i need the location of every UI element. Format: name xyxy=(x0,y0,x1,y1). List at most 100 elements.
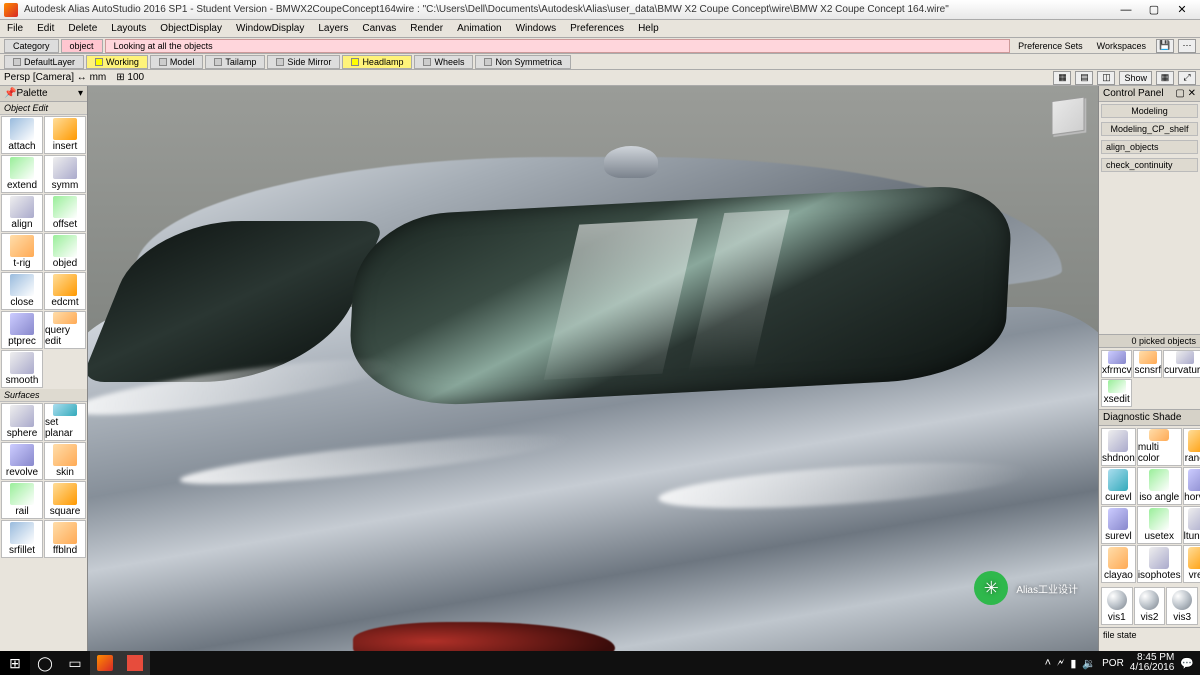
workspaces-label[interactable]: Workspaces xyxy=(1091,41,1152,51)
diag-iso-angle[interactable]: iso angle xyxy=(1137,467,1182,505)
layer-working[interactable]: Working xyxy=(86,55,148,69)
diag-curevl[interactable]: curevl xyxy=(1101,467,1136,505)
layer-tailamp[interactable]: Tailamp xyxy=(205,55,265,69)
diag-clayao[interactable]: clayao xyxy=(1101,545,1136,583)
align-objects-button[interactable]: align_objects xyxy=(1101,140,1198,154)
tool-extend[interactable]: extend xyxy=(1,155,43,193)
close-button[interactable]: ✕ xyxy=(1168,1,1196,19)
diag-usetex[interactable]: usetex xyxy=(1137,506,1182,544)
vis-vis2[interactable]: vis2 xyxy=(1134,587,1166,625)
taskview-icon[interactable]: ▭ xyxy=(60,651,90,675)
view-icon-2[interactable]: ▤ xyxy=(1075,71,1093,85)
picked-tool-curvature[interactable]: curvature xyxy=(1163,350,1200,378)
tray-notifications-icon[interactable]: 💬 xyxy=(1180,657,1194,670)
view-icon-3[interactable]: ◫ xyxy=(1097,71,1115,85)
palette-menu-icon[interactable]: ▾ xyxy=(78,88,83,99)
control-panel-title[interactable]: Control Panel ▢ ✕ xyxy=(1099,86,1200,102)
diag-isophotes[interactable]: isophotes xyxy=(1137,545,1182,583)
tool-sphere[interactable]: sphere xyxy=(1,403,43,441)
control-panel-close-icon[interactable]: ▢ ✕ xyxy=(1175,88,1196,99)
check-continuity-button[interactable]: check_continuity xyxy=(1101,158,1198,172)
tool-edcmt[interactable]: edcmt xyxy=(44,272,86,310)
layer-headlamp[interactable]: Headlamp xyxy=(342,55,412,69)
tray-network-icon[interactable]: ▮ xyxy=(1070,657,1076,670)
tray-language[interactable]: POR xyxy=(1102,658,1124,669)
tool-align[interactable]: align xyxy=(1,194,43,232)
category-button[interactable]: Category xyxy=(4,39,59,53)
layer-model[interactable]: Model xyxy=(150,55,204,69)
diag-ltunnel[interactable]: ltunnel xyxy=(1183,506,1200,544)
menu-render[interactable]: Render xyxy=(403,21,450,36)
view-cube[interactable] xyxy=(1052,97,1085,136)
maximize-button[interactable]: ▢ xyxy=(1140,1,1168,19)
tray-volume-icon[interactable]: 🔉 xyxy=(1082,657,1096,670)
menu-layouts[interactable]: Layouts xyxy=(104,21,153,36)
grid-icon[interactable]: ▦ xyxy=(1156,71,1174,85)
save-icon[interactable]: 💾 xyxy=(1156,39,1174,53)
menu-file[interactable]: File xyxy=(0,21,30,36)
layer-wheels[interactable]: Wheels xyxy=(414,55,473,69)
section-object-edit[interactable]: Object Edit xyxy=(0,102,87,115)
diag-vred[interactable]: vred xyxy=(1183,545,1200,583)
menu-canvas[interactable]: Canvas xyxy=(355,21,403,36)
menu-objectdisplay[interactable]: ObjectDisplay xyxy=(153,21,229,36)
tool-query edit[interactable]: query edit xyxy=(44,311,86,349)
object-button[interactable]: object xyxy=(61,39,103,53)
search-icon[interactable]: ◯ xyxy=(30,651,60,675)
menu-edit[interactable]: Edit xyxy=(30,21,61,36)
viewport-3d[interactable]: Alias工业设计 xyxy=(88,86,1098,651)
diag-horver[interactable]: horver xyxy=(1183,467,1200,505)
layer-defaultlayer[interactable]: DefaultLayer xyxy=(4,55,84,69)
tray-up-icon[interactable]: ˄ xyxy=(1045,657,1051,669)
tool-smooth[interactable]: smooth xyxy=(1,350,43,388)
preference-sets-label[interactable]: Preference Sets xyxy=(1012,41,1089,51)
picked-tool-scnsrf[interactable]: scnsrf xyxy=(1133,350,1162,378)
tool-set planar[interactable]: set planar xyxy=(44,403,86,441)
palette-title[interactable]: 📌 Palette ▾ xyxy=(0,86,87,102)
tool-insert[interactable]: insert xyxy=(44,116,86,154)
taskbar-app-2[interactable] xyxy=(120,651,150,675)
tool-attach[interactable]: attach xyxy=(1,116,43,154)
section-surfaces[interactable]: Surfaces xyxy=(0,389,87,402)
menu-windowdisplay[interactable]: WindowDisplay xyxy=(229,21,311,36)
modeling-shelf-dropdown[interactable]: Modeling_CP_shelf xyxy=(1101,122,1198,136)
modeling-dropdown[interactable]: Modeling xyxy=(1101,104,1198,118)
diag-surevl[interactable]: surevl xyxy=(1101,506,1136,544)
tray-power-icon[interactable]: 🗲 xyxy=(1057,657,1064,670)
menu-windows[interactable]: Windows xyxy=(509,21,564,36)
taskbar-app-alias[interactable] xyxy=(90,651,120,675)
expand-icon[interactable]: ⤢ xyxy=(1178,71,1196,85)
tool-objed[interactable]: objed xyxy=(44,233,86,271)
picked-tool-xsedit[interactable]: xsedit xyxy=(1101,379,1132,407)
tool-skin[interactable]: skin xyxy=(44,442,86,480)
pin-icon[interactable]: 📌 xyxy=(4,88,16,99)
menu-layers[interactable]: Layers xyxy=(311,21,355,36)
tool-close[interactable]: close xyxy=(1,272,43,310)
layer-side-mirror[interactable]: Side Mirror xyxy=(267,55,340,69)
diagnostic-shade-title[interactable]: Diagnostic Shade xyxy=(1099,409,1200,426)
show-button[interactable]: Show xyxy=(1119,71,1152,85)
tool-ffblnd[interactable]: ffblnd xyxy=(44,520,86,558)
options-icon[interactable]: ⋯ xyxy=(1178,39,1196,53)
tool-square[interactable]: square xyxy=(44,481,86,519)
tool-symm[interactable]: symm xyxy=(44,155,86,193)
picked-tool-xfrmcv[interactable]: xfrmcv xyxy=(1101,350,1132,378)
tool-rail[interactable]: rail xyxy=(1,481,43,519)
tool-offset[interactable]: offset xyxy=(44,194,86,232)
menu-preferences[interactable]: Preferences xyxy=(563,21,631,36)
tool-t-rig[interactable]: t-rig xyxy=(1,233,43,271)
vis-vis3[interactable]: vis3 xyxy=(1166,587,1198,625)
tray-date[interactable]: 4/16/2016 xyxy=(1130,663,1175,673)
menu-animation[interactable]: Animation xyxy=(450,21,508,36)
tool-srfillet[interactable]: srfillet xyxy=(1,520,43,558)
layer-non-symmetrica[interactable]: Non Symmetrica xyxy=(475,55,571,69)
tool-revolve[interactable]: revolve xyxy=(1,442,43,480)
vis-vis1[interactable]: vis1 xyxy=(1101,587,1133,625)
start-button[interactable]: ⊞ xyxy=(0,651,30,675)
diag-shdnon[interactable]: shdnon xyxy=(1101,428,1136,466)
diag-rancol[interactable]: rancol xyxy=(1183,428,1200,466)
view-icon-1[interactable]: ▦ xyxy=(1053,71,1071,85)
diag-multi-color[interactable]: multi color xyxy=(1137,428,1182,466)
tool-ptprec[interactable]: ptprec xyxy=(1,311,43,349)
menu-delete[interactable]: Delete xyxy=(61,21,104,36)
